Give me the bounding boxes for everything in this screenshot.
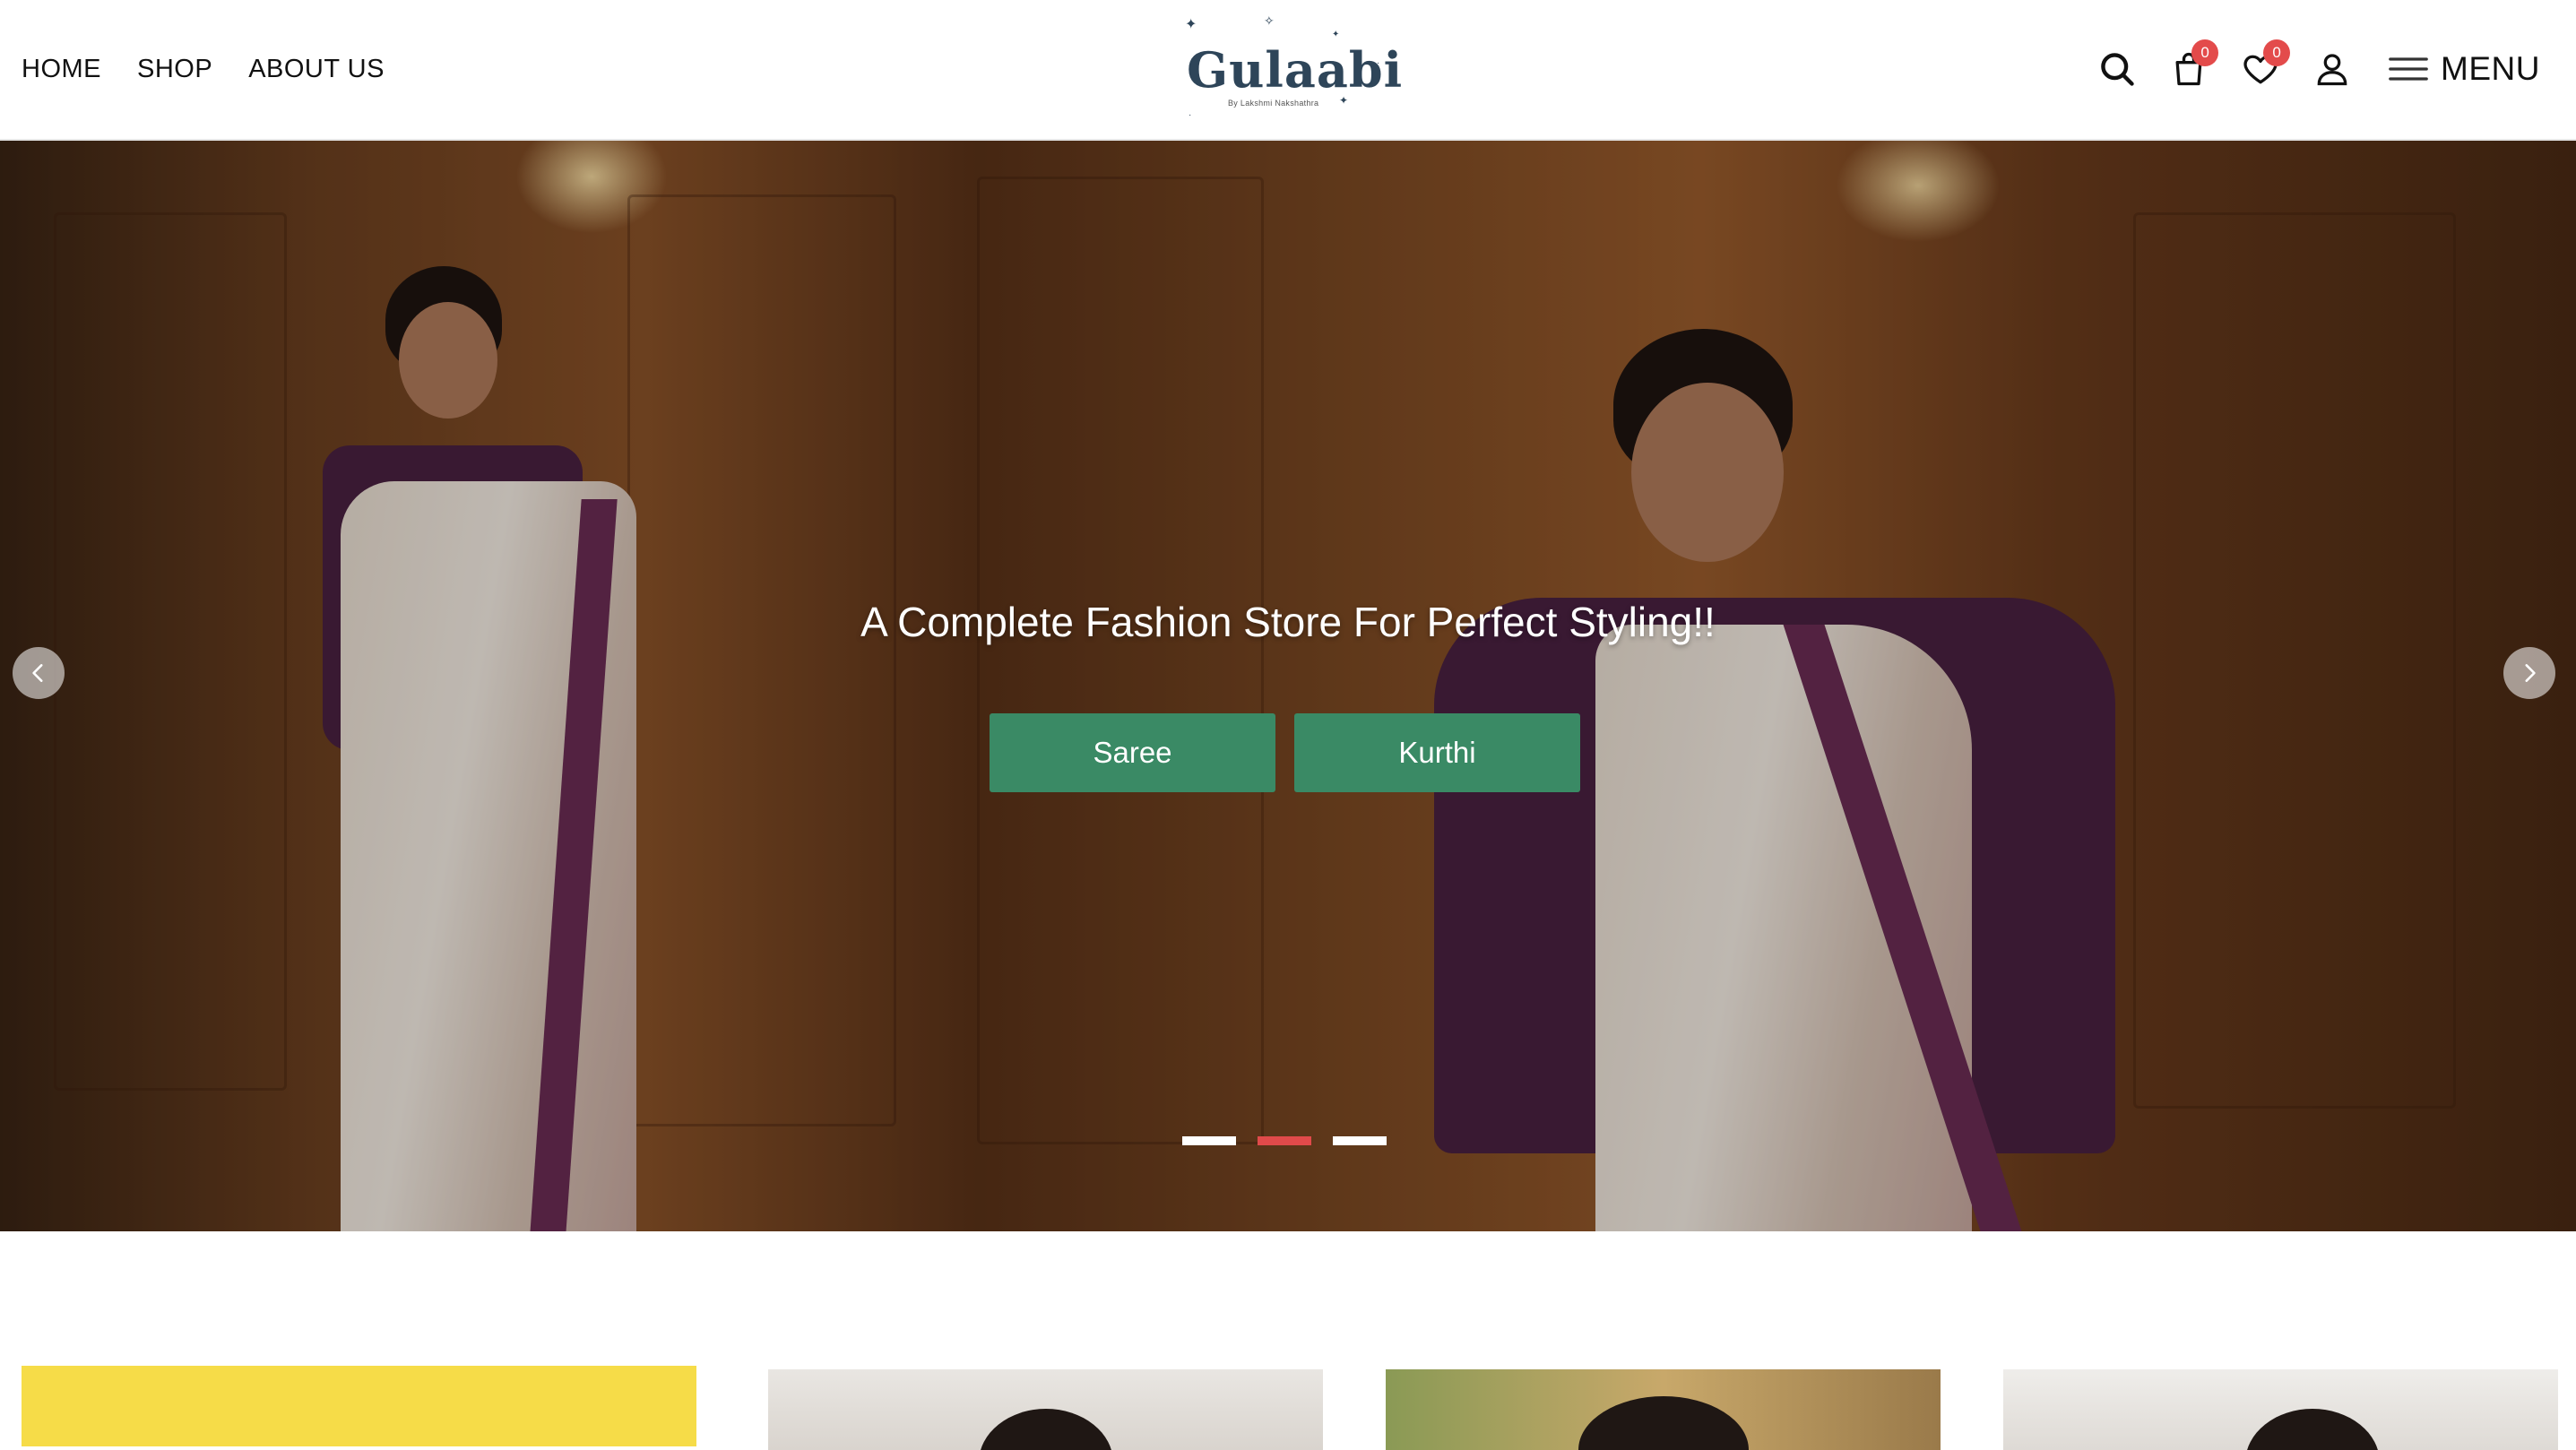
sparkle-icon: ✦ — [1332, 30, 1340, 39]
hero-overlay — [0, 141, 2576, 1231]
product-card[interactable] — [768, 1369, 1323, 1450]
hero-slider: A Complete Fashion Store For Perfect Sty… — [0, 141, 2576, 1231]
slider-prev-button[interactable] — [13, 647, 65, 699]
chevron-left-icon — [32, 664, 43, 682]
slide-dot-2[interactable] — [1258, 1136, 1311, 1145]
hamburger-icon — [2389, 57, 2428, 81]
cart-count-badge: 0 — [2191, 39, 2219, 66]
promo-banner[interactable] — [22, 1366, 696, 1446]
logo-subtitle: By Lakshmi Nakshathra — [1228, 99, 1319, 108]
logo-wordmark: Gulaabi — [1187, 41, 1404, 99]
search-button[interactable] — [2096, 47, 2138, 91]
sparkle-icon: ✧ — [1264, 13, 1275, 28]
sparkle-icon: ✦ — [1185, 17, 1197, 32]
site-header: HOME SHOP ABOUT US ✦ ✧ ✦ · ✦ · Gulaabi B… — [0, 0, 2576, 141]
slide-dot-3[interactable] — [1333, 1136, 1387, 1145]
sparkle-icon: · — [1189, 110, 1192, 120]
wishlist-button[interactable]: 0 — [2240, 39, 2291, 91]
header-actions: 0 0 MENU — [2096, 36, 2540, 102]
hero-title: A Complete Fashion Store For Perfect Sty… — [860, 599, 1716, 645]
nav-shop[interactable]: SHOP — [137, 55, 212, 84]
account-button[interactable] — [2312, 47, 2353, 91]
cart-button[interactable]: 0 — [2168, 39, 2219, 91]
wishlist-count-badge: 0 — [2263, 39, 2291, 66]
menu-button[interactable]: MENU — [2389, 50, 2540, 88]
brand-logo[interactable]: ✦ ✧ ✦ · ✦ · Gulaabi By Lakshmi Nakshathr… — [1174, 9, 1402, 125]
saree-button[interactable]: Saree — [990, 713, 1275, 792]
chevron-right-icon — [2525, 664, 2536, 682]
menu-label: MENU — [2441, 50, 2540, 87]
slide-dot-1[interactable] — [1182, 1136, 1236, 1145]
nav-about-us[interactable]: ABOUT US — [248, 55, 385, 84]
search-icon — [2101, 53, 2134, 86]
main-nav: HOME SHOP ABOUT US — [22, 47, 385, 91]
nav-home[interactable]: HOME — [22, 55, 101, 84]
slider-pagination — [1182, 1136, 1387, 1145]
user-icon — [2317, 54, 2347, 86]
product-card[interactable] — [1386, 1369, 1941, 1450]
kurthi-button[interactable]: Kurthi — [1294, 713, 1580, 792]
product-card[interactable] — [2003, 1369, 2558, 1450]
slider-next-button[interactable] — [2503, 647, 2555, 699]
